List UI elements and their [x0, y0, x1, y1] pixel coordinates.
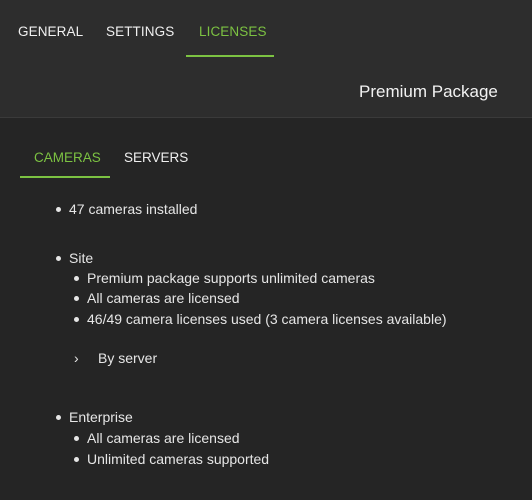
- bullet-icon: [56, 414, 61, 420]
- list-item: 47 cameras installed: [56, 201, 197, 217]
- bullet-icon: [74, 456, 79, 462]
- enterprise-item-text: Unlimited cameras supported: [87, 451, 270, 467]
- list-item: Premium package supports unlimited camer…: [74, 270, 375, 286]
- bullet-icon: [74, 295, 79, 301]
- list-item: 46/49 camera licenses used (3 camera lic…: [74, 311, 447, 327]
- site-item-text: 46/49 camera licenses used (3 camera lic…: [87, 311, 447, 327]
- site-item-text: Premium package supports unlimited camer…: [87, 270, 375, 286]
- by-server-expander[interactable]: › By server: [74, 350, 157, 366]
- bullet-icon: [56, 255, 61, 261]
- enterprise-title: Enterprise: [69, 409, 133, 425]
- bullet-icon: [56, 206, 61, 212]
- tab-licenses[interactable]: LICENSES: [199, 24, 267, 39]
- package-title: Premium Package: [359, 82, 498, 101]
- tab-general[interactable]: GENERAL: [18, 24, 83, 39]
- active-subtab-indicator: [20, 176, 110, 178]
- bullet-icon: [74, 435, 79, 441]
- bullet-icon: [74, 316, 79, 322]
- enterprise-item-text: All cameras are licensed: [87, 430, 240, 446]
- bullet-icon: [74, 275, 79, 281]
- tab-settings[interactable]: SETTINGS: [106, 24, 174, 39]
- site-item-text: All cameras are licensed: [87, 290, 240, 306]
- list-item: All cameras are licensed: [74, 290, 240, 306]
- enterprise-heading: Enterprise: [56, 409, 133, 425]
- cameras-installed-text: 47 cameras installed: [69, 201, 198, 217]
- active-tab-indicator: [186, 55, 274, 57]
- site-heading: Site: [56, 250, 93, 266]
- chevron-right-icon: ›: [74, 350, 79, 366]
- list-item: Unlimited cameras supported: [74, 451, 269, 467]
- site-title: Site: [69, 250, 94, 266]
- subtab-cameras[interactable]: CAMERAS: [34, 150, 101, 165]
- subtab-servers[interactable]: SERVERS: [124, 150, 188, 165]
- list-item: All cameras are licensed: [74, 430, 240, 446]
- by-server-label: By server: [98, 350, 158, 366]
